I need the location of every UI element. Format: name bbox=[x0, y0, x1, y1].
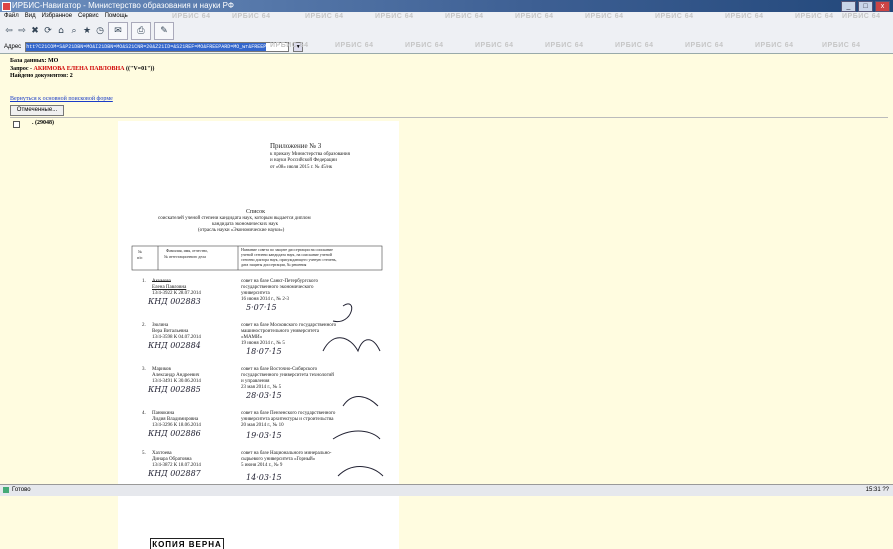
order-line-3: от «08» июля 2015 г. № 45/нк bbox=[270, 165, 333, 170]
divider bbox=[10, 117, 888, 118]
entry-diploma: КНД 002883 bbox=[148, 297, 201, 306]
entry-diploma: КНД 002887 bbox=[148, 469, 201, 478]
entry-number: 1. bbox=[142, 279, 146, 284]
watermark: ИРБИС 64 bbox=[375, 13, 414, 20]
database-label: База данных: МО bbox=[10, 58, 59, 64]
query-line: Запрос - АКИМОВА ЕЛЕНА ПАВЛОВНА (("V=01"… bbox=[10, 66, 154, 74]
search-icon[interactable]: ⌕ bbox=[69, 26, 79, 36]
entry-number: 4. bbox=[142, 411, 146, 416]
entry-handwritten-date: 5·07·15 bbox=[246, 303, 277, 312]
watermark: ИРБИС 64 bbox=[475, 42, 514, 49]
menu-file[interactable]: Файл bbox=[4, 12, 19, 21]
menu-view[interactable]: Вид bbox=[25, 12, 36, 21]
watermark: ИРБИС 64 bbox=[615, 42, 654, 49]
edit-icon[interactable]: ✎ bbox=[154, 22, 174, 40]
entry-diploma: КНД 002884 bbox=[148, 341, 201, 350]
appendix-label: Приложение № 3 bbox=[270, 142, 322, 150]
back-icon[interactable]: ⇦ bbox=[4, 26, 14, 36]
watermark: ИРБИС 64 bbox=[515, 13, 554, 20]
entry-number: 3. bbox=[142, 367, 146, 372]
watermark: ИРБИС 64 bbox=[445, 13, 484, 20]
certified-copy-stamp: КОПИЯ ВЕРНА bbox=[150, 538, 224, 549]
address-value: htt?C21COM=S&P21DBN=MO&I21DBN=MO&S21CNR=… bbox=[26, 42, 267, 51]
menu-help[interactable]: Помощь bbox=[105, 12, 128, 21]
select-checkbox[interactable] bbox=[13, 121, 20, 128]
menu-bar: Файл Вид Избранное Сервис Помощь bbox=[0, 12, 128, 21]
watermark: ИРБИС 64 bbox=[232, 13, 271, 20]
watermark: ИРБИС 64 bbox=[335, 42, 374, 49]
entry-diploma: КНД 002886 bbox=[148, 429, 201, 438]
query-prefix: Запрос - bbox=[10, 65, 34, 72]
search-info: База данных: МО Запрос - АКИМОВА ЕЛЕНА П… bbox=[10, 58, 154, 81]
col-header-case: № аттестационного дела bbox=[164, 254, 206, 259]
watermark: ИРБИС 64 bbox=[585, 13, 624, 20]
list-title: Список bbox=[246, 209, 266, 215]
window-titlebar: ИРБИС-Навигатор - Министерство образован… bbox=[0, 0, 893, 12]
query-name: ЕЛЕНА bbox=[66, 65, 89, 72]
watermark: ИРБИС 64 bbox=[685, 42, 724, 49]
entry-council-3: 5 июня 2014 г., № 9 bbox=[241, 463, 283, 468]
close-button[interactable]: x bbox=[875, 1, 890, 12]
home-icon[interactable]: ⌂ bbox=[56, 26, 66, 36]
entry-council-3: 20 мая 2014 г., № 10 bbox=[241, 423, 284, 428]
stop-icon[interactable]: ✖ bbox=[30, 26, 40, 36]
menu-favorites[interactable]: Избранное bbox=[42, 12, 72, 21]
marked-button[interactable]: Отмеченные... bbox=[10, 105, 64, 116]
watermark: ИРБИС 64 bbox=[172, 13, 211, 20]
query-patronymic: ПАВЛОВНА bbox=[89, 65, 125, 72]
watermark: ИРБИС 64 bbox=[822, 42, 861, 49]
document-id: . (29048) bbox=[32, 120, 54, 126]
forward-icon[interactable]: ⇨ bbox=[17, 26, 27, 36]
order-line-2: и науки Российской Федерации bbox=[270, 158, 337, 163]
entry-handwritten-date: 19·03·15 bbox=[246, 431, 282, 440]
entry-handwritten-date: 14·03·15 bbox=[246, 473, 282, 482]
col-header-council-4: дата защиты диссертации, № решения bbox=[241, 262, 307, 267]
watermark: ИРБИС 64 bbox=[725, 13, 764, 20]
status-bar: Готово 15:31 ?? bbox=[0, 484, 893, 496]
page-content: База данных: МО Запрос - АКИМОВА ЕЛЕНА П… bbox=[0, 54, 893, 549]
window-title: ИРБИС-Навигатор - Министерство образован… bbox=[12, 1, 234, 10]
entry-number: 5. bbox=[142, 451, 146, 456]
query-suffix: (("V=01")) bbox=[124, 65, 155, 72]
print-icon[interactable]: ⎙ bbox=[131, 22, 151, 40]
back-to-search-link[interactable]: Вернуться к основной поисковой форме bbox=[10, 96, 113, 102]
watermark: ИРБИС 64 bbox=[270, 42, 309, 49]
maximize-button[interactable]: □ bbox=[858, 1, 873, 12]
entry-handwritten-date: 18·07·15 bbox=[246, 347, 282, 356]
favorites-icon[interactable]: ★ bbox=[82, 26, 92, 36]
toolbar: ⇦ ⇨ ✖ ⟳ ⌂ ⌕ ★ ◷ ✉ ⎙ ✎ bbox=[4, 22, 174, 40]
list-subtitle-3: (отрасль науки «Экономические науки») bbox=[198, 228, 285, 233]
mail-icon[interactable]: ✉ bbox=[108, 22, 128, 40]
query-surname: АКИМОВА bbox=[33, 65, 66, 72]
address-label: Адрес bbox=[4, 43, 22, 50]
page-done-icon bbox=[3, 487, 9, 493]
menu-tools[interactable]: Сервис bbox=[78, 12, 99, 21]
col-header-num-2: п/п bbox=[137, 255, 143, 260]
watermark: ИРБИС 64 bbox=[755, 42, 794, 49]
minimize-button[interactable]: _ bbox=[841, 1, 856, 12]
entry-number: 2. bbox=[142, 323, 146, 328]
entry-handwritten-date: 28·03·15 bbox=[246, 391, 282, 400]
app-icon bbox=[2, 2, 11, 11]
entry-diploma: КНД 002885 bbox=[148, 385, 201, 394]
address-bar: Адрес htt?C21COM=S&P21DBN=MO&I21DBN=MO&S… bbox=[4, 41, 304, 52]
watermark: ИРБИС 64 bbox=[545, 42, 584, 49]
history-icon[interactable]: ◷ bbox=[95, 26, 105, 36]
watermark: ИРБИС 64 bbox=[795, 13, 834, 20]
clock: 15:31 ?? bbox=[865, 487, 889, 493]
watermark: ИРБИС 64 bbox=[655, 13, 694, 20]
refresh-icon[interactable]: ⟳ bbox=[43, 26, 53, 36]
watermark: ИРБИС 64 bbox=[842, 13, 881, 20]
address-input[interactable]: htt?C21COM=S&P21DBN=MO&I21DBN=MO&S21CNR=… bbox=[25, 41, 290, 52]
found-count: Найдено документов: 2 bbox=[10, 73, 73, 79]
watermark: ИРБИС 64 bbox=[405, 42, 444, 49]
watermark: ИРБИС 64 bbox=[305, 13, 344, 20]
status-text: Готово bbox=[12, 487, 31, 493]
